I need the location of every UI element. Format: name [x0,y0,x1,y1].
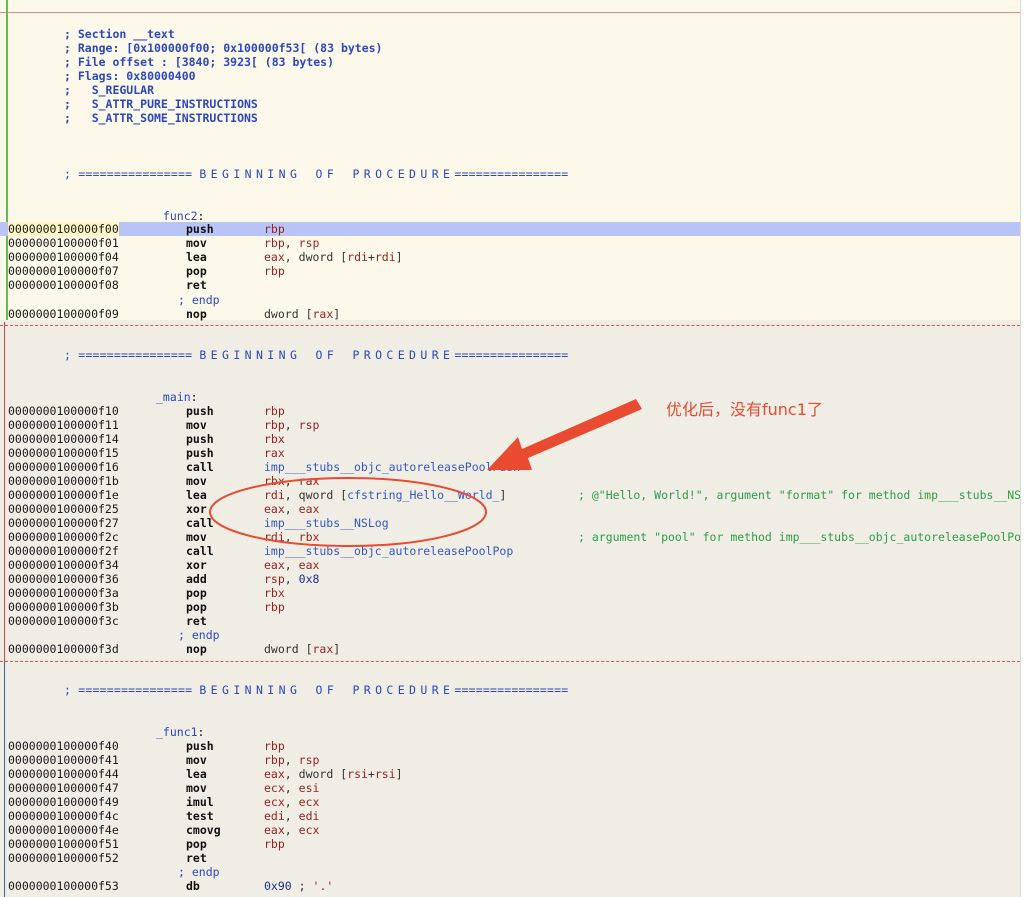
annotation-overlay [209,399,642,547]
annotation-text: 优化后，没有func1了 [666,400,823,419]
annotation-circle [209,477,487,547]
annotation-arrow-icon [487,399,642,470]
